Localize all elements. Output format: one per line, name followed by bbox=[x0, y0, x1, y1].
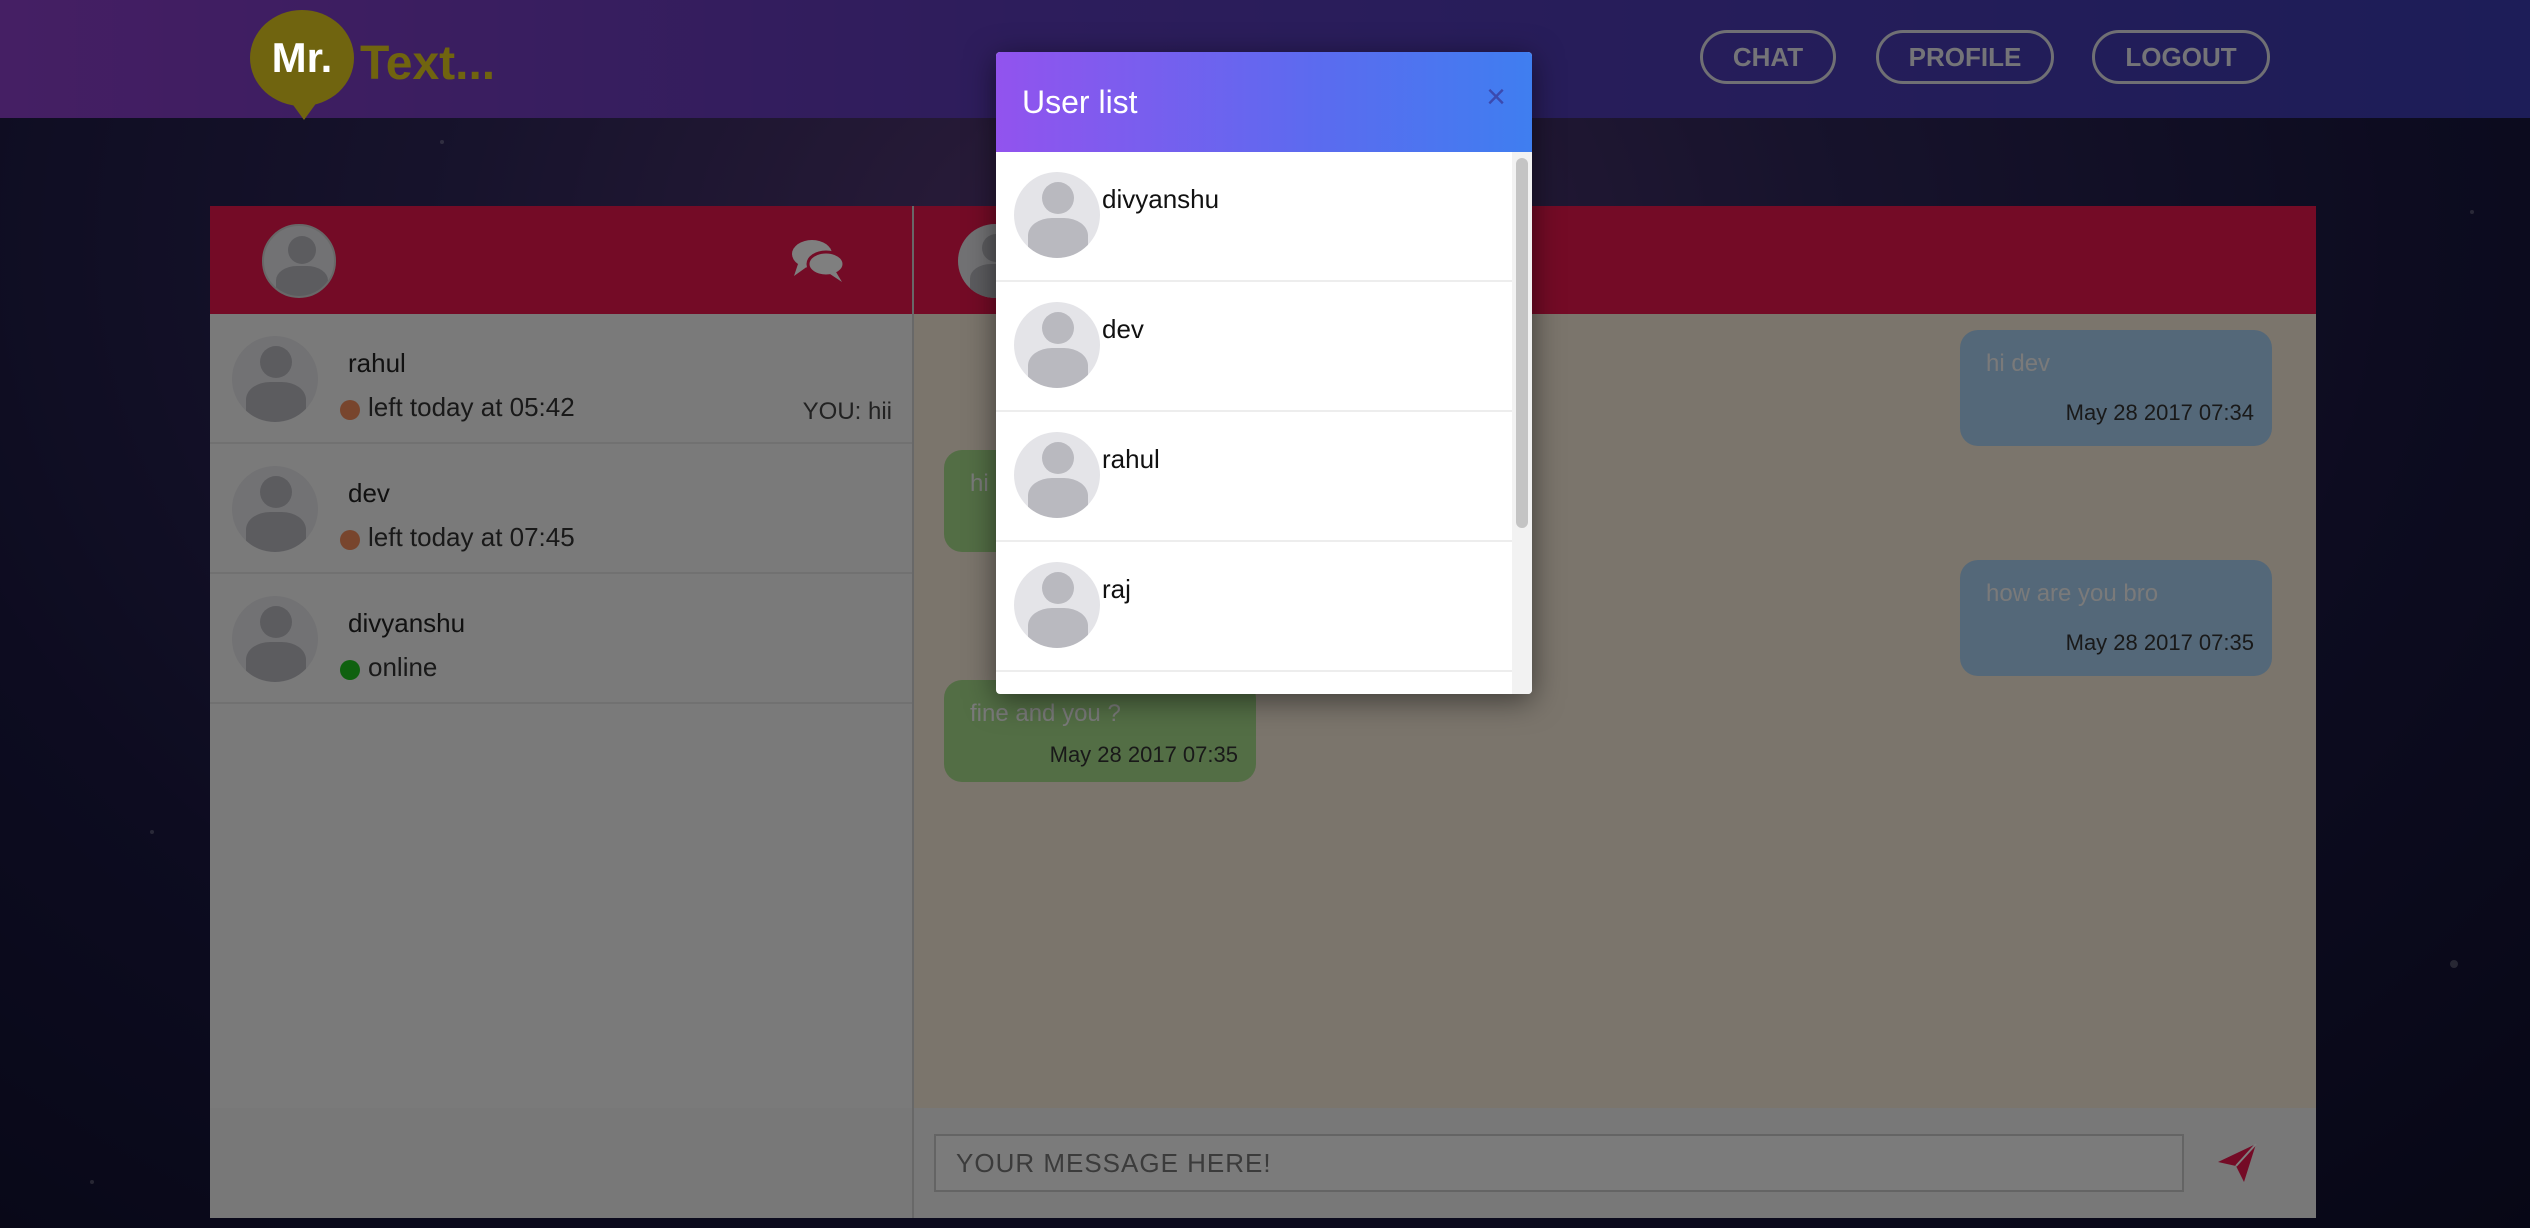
avatar bbox=[1014, 172, 1100, 258]
close-icon[interactable]: × bbox=[1486, 80, 1506, 114]
avatar bbox=[1014, 432, 1100, 518]
user-name: rahul bbox=[1102, 444, 1160, 474]
user-name: dev bbox=[1102, 314, 1144, 344]
user-list: divyanshu dev rahul raj bbox=[996, 152, 1532, 694]
user-list-item[interactable]: raj bbox=[996, 542, 1512, 672]
user-name: divyanshu bbox=[1102, 184, 1220, 214]
logo-mr-text: Mr. bbox=[271, 34, 333, 81]
user-list-item[interactable]: rahul bbox=[996, 412, 1512, 542]
modal-header: User list × bbox=[996, 52, 1532, 152]
avatar bbox=[1014, 302, 1100, 388]
user-list-item[interactable]: dev bbox=[996, 282, 1512, 412]
user-name: raj bbox=[1102, 574, 1131, 604]
scrollbar-thumb[interactable] bbox=[1516, 158, 1528, 528]
user-list-modal: User list × divyanshu dev rahul raj bbox=[996, 52, 1532, 694]
avatar bbox=[1014, 562, 1100, 648]
modal-scrollbar[interactable] bbox=[1512, 152, 1532, 694]
modal-title: User list bbox=[1022, 84, 1138, 120]
user-list-item[interactable]: divyanshu bbox=[996, 152, 1512, 282]
